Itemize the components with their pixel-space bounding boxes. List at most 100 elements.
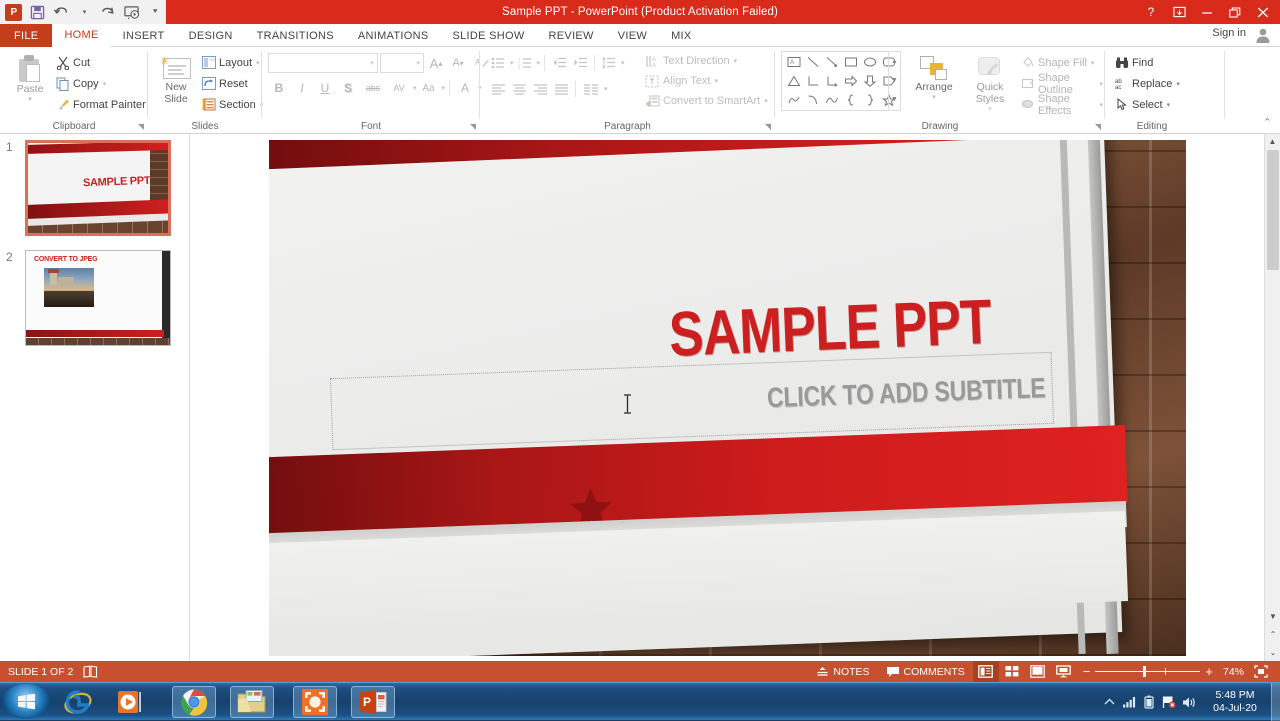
arrow-shape-icon[interactable] (822, 53, 841, 71)
change-case-dropdown-icon[interactable]: ▾ (442, 84, 446, 92)
shapes-scroll-up-icon[interactable]: ▲ (889, 52, 900, 71)
redo-icon[interactable] (97, 1, 119, 23)
strikethrough-button[interactable]: abc (360, 77, 386, 99)
start-button[interactable] (2, 684, 50, 719)
shapes-gallery[interactable]: A ▲ ▼ ▼ (781, 51, 901, 111)
font-name-input[interactable]: ▾ (268, 53, 378, 73)
text-shadow-button[interactable]: S (337, 77, 359, 99)
screen-recorder-icon[interactable] (293, 686, 337, 718)
tab-view[interactable]: VIEW (606, 24, 659, 47)
slide-thumbnail-2[interactable]: 2 CONVERT TO JPEG (6, 250, 171, 346)
elbow-connector-icon[interactable] (803, 72, 822, 90)
columns-dropdown-icon[interactable]: ▾ (604, 85, 608, 93)
undo-icon[interactable] (50, 1, 72, 23)
align-left-button[interactable] (488, 79, 508, 99)
bullets-dropdown-icon[interactable]: ▾ (510, 59, 514, 67)
curve-shape-icon[interactable] (822, 91, 841, 109)
shape-effects-dropdown-icon[interactable]: ▾ (1099, 101, 1103, 109)
decrease-font-size-button[interactable]: A ▾ (448, 53, 468, 73)
notes-page-icon[interactable] (83, 665, 98, 678)
minimize-button[interactable] (1194, 1, 1220, 23)
italic-button[interactable]: I (291, 77, 313, 99)
avatar[interactable] (1254, 26, 1274, 46)
paste-button[interactable]: Paste ▾ (8, 51, 52, 103)
shape-outline-button[interactable]: Shape Outline ▾ (1019, 72, 1105, 96)
battery-icon[interactable] (1139, 683, 1159, 721)
decrease-indent-button[interactable] (549, 53, 569, 73)
replace-button[interactable]: ab ac Replace ▾ (1113, 73, 1182, 94)
rectangle-shape-icon[interactable] (841, 53, 860, 71)
select-dropdown-icon[interactable]: ▾ (1167, 101, 1171, 109)
clock[interactable]: 5:48 PM 04-Jul-20 (1199, 689, 1271, 715)
right-arrow-shape-icon[interactable] (841, 72, 860, 90)
font-size-input[interactable]: ▾ (380, 53, 424, 73)
tab-insert[interactable]: INSERT (111, 24, 177, 47)
tab-file[interactable]: FILE (0, 24, 53, 47)
font-color-button[interactable]: A (454, 77, 476, 99)
help-button[interactable]: ? (1138, 1, 1164, 23)
font-name-dropdown-icon[interactable]: ▾ (370, 59, 374, 67)
align-right-button[interactable] (530, 79, 550, 99)
next-slide-icon[interactable]: ⌄ (1265, 645, 1280, 661)
scroll-up-icon[interactable]: ▲ (1265, 134, 1280, 150)
columns-button[interactable] (580, 79, 602, 99)
elbow-arrow-icon[interactable] (822, 72, 841, 90)
tab-animations[interactable]: ANIMATIONS (346, 24, 441, 47)
tab-review[interactable]: REVIEW (537, 24, 606, 47)
freeform-shape-icon[interactable] (784, 91, 803, 109)
show-desktop-button[interactable] (1271, 683, 1280, 721)
slide-thumbnail-1[interactable]: 1 SAMPLE PPT ★ (6, 140, 171, 236)
shapes-gallery-scroll[interactable]: ▲ ▼ ▼ (888, 52, 900, 110)
normal-view-button[interactable] (972, 661, 999, 682)
customize-undo-dropdown-icon[interactable]: ▾ (74, 1, 96, 23)
font-size-dropdown-icon[interactable]: ▾ (416, 59, 420, 67)
text-direction-button[interactable]: AA Text Direction ▾ (645, 51, 768, 71)
comments-button[interactable]: COMMENTS (878, 661, 973, 682)
customize-qat-icon[interactable]: ⯆ (144, 1, 166, 23)
zoom-slider[interactable]: − + (1077, 664, 1219, 679)
increase-indent-button[interactable] (570, 53, 590, 73)
replace-dropdown-icon[interactable]: ▾ (1176, 80, 1180, 88)
arrange-button[interactable]: Arrange ▾ (907, 51, 961, 101)
convert-to-smartart-button[interactable]: Convert to SmartArt ▾ (645, 91, 768, 111)
tab-design[interactable]: DESIGN (177, 24, 245, 47)
start-slideshow-icon[interactable] (121, 1, 143, 23)
fit-slide-to-window-button[interactable] (1248, 661, 1274, 682)
clipboard-dialog-launcher[interactable]: ◥ (138, 122, 144, 131)
restore-button[interactable] (1222, 1, 1248, 23)
close-button[interactable] (1250, 1, 1276, 23)
internet-explorer-icon[interactable] (56, 686, 100, 718)
bullets-button[interactable] (488, 53, 508, 73)
tab-mix[interactable]: MIX (659, 24, 703, 47)
change-case-button[interactable]: Aa (418, 77, 440, 99)
save-icon[interactable] (27, 1, 49, 23)
vertical-scrollbar[interactable]: ▲ ▼ ⌃ ⌄ (1264, 134, 1280, 661)
underline-button[interactable]: U (314, 77, 336, 99)
tab-home[interactable]: HOME (52, 24, 111, 47)
align-text-button[interactable]: Align Text ▾ (645, 71, 768, 91)
powerpoint-icon[interactable]: P (351, 686, 395, 718)
textbox-shape-icon[interactable]: A (784, 53, 803, 71)
left-brace-icon[interactable] (841, 91, 860, 109)
slide-thumbnail-pane[interactable]: 1 SAMPLE PPT ★ 2 CONVERT TO JPEG (0, 134, 190, 661)
format-painter-button[interactable]: Format Painter (54, 94, 148, 115)
find-button[interactable]: Find (1113, 52, 1182, 73)
shapes-gallery-more-icon[interactable]: ▼ (889, 90, 900, 109)
paste-dropdown-icon[interactable]: ▾ (28, 95, 32, 103)
line-spacing-dropdown-icon[interactable]: ▾ (621, 59, 625, 67)
character-spacing-dropdown-icon[interactable]: ▾ (413, 84, 417, 92)
line-shape-icon[interactable] (803, 53, 822, 71)
arrange-dropdown-icon[interactable]: ▾ (932, 93, 936, 101)
slide-editing-stage[interactable]: SAMPLE PPT CLICK TO ADD SUBTITLE (190, 134, 1264, 661)
powerpoint-app-icon[interactable]: P (3, 1, 25, 23)
network-signal-icon[interactable] (1119, 683, 1139, 721)
align-center-button[interactable] (509, 79, 529, 99)
align-text-dropdown-icon[interactable]: ▾ (715, 77, 719, 85)
tab-transitions[interactable]: TRANSITIONS (245, 24, 346, 47)
copy-dropdown-icon[interactable]: ▾ (103, 80, 107, 88)
collapse-ribbon-button[interactable]: ⌃ (1263, 116, 1272, 129)
quick-styles-button[interactable]: Quick Styles ▾ (965, 51, 1015, 113)
reset-button[interactable]: Reset (200, 73, 265, 94)
reading-view-button[interactable] (1025, 661, 1051, 682)
font-dialog-launcher[interactable]: ◥ (470, 122, 476, 131)
